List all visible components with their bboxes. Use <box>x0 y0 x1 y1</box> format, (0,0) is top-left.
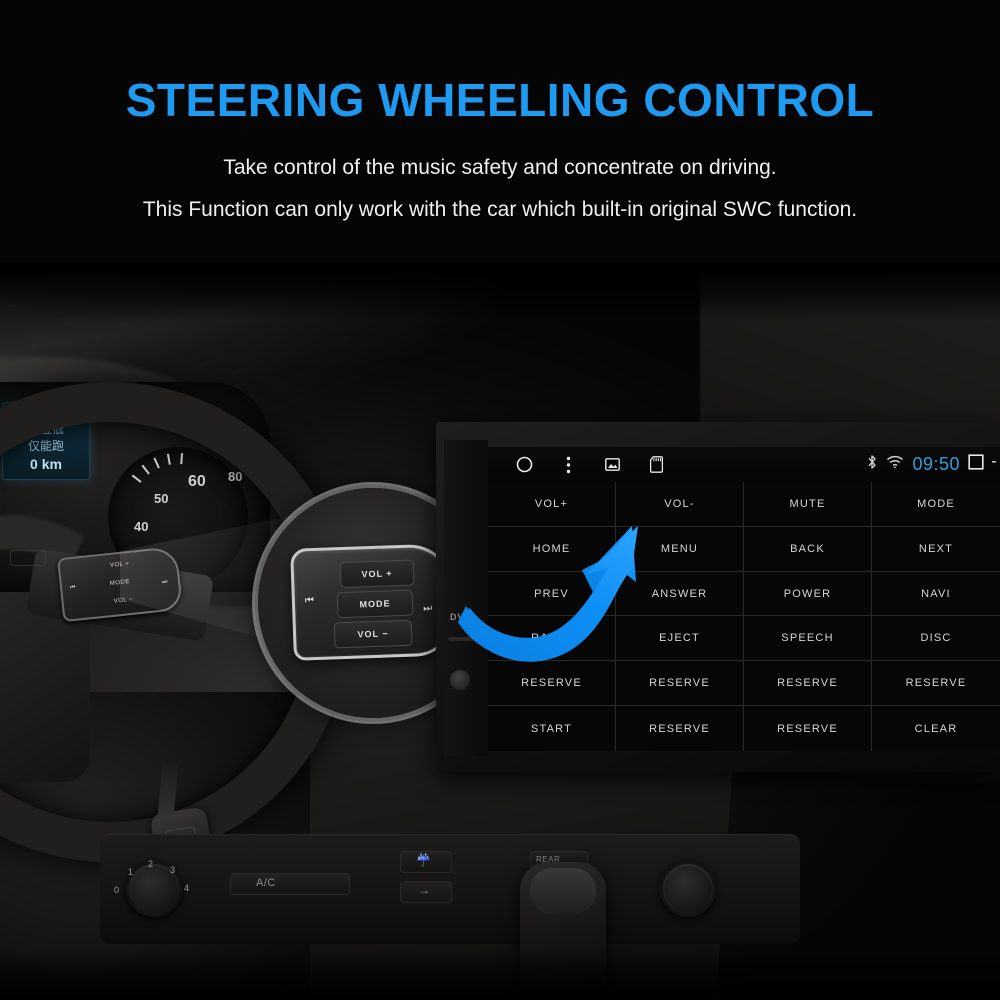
airbag-emblem <box>10 550 46 566</box>
fan-mark-4: 4 <box>184 883 190 893</box>
dvd-label: DVD <box>450 612 473 622</box>
swc-key-grid: VOL+ VOL- MUTE MODE HOME MENU BACK NEXT … <box>488 482 1000 751</box>
fan-mark-2: 2 <box>148 859 154 869</box>
promo-page: STEERING WHEELING CONTROL Take control o… <box>0 0 1000 1000</box>
swc-zoom-mode[interactable]: MODE <box>336 589 414 619</box>
swc-zoom-vol-down[interactable]: VOL − <box>333 619 413 649</box>
sd-card-icon[interactable] <box>634 447 678 482</box>
key-cell-answer[interactable]: ANSWER <box>616 571 744 617</box>
fan-mark-1: 1 <box>128 867 134 877</box>
head-unit-side-panel <box>444 440 488 756</box>
head-unit: DVD 09:50 VOL+ VOL- MUTE MODE HOME MENU … <box>436 422 1000 772</box>
ac-label: A/C <box>256 877 276 889</box>
key-cell-reserve-3[interactable]: RESERVE <box>744 661 872 707</box>
next-track-icon[interactable]: ⏭ <box>423 603 432 614</box>
ac-button[interactable] <box>230 873 350 895</box>
fan-mark-0: 0 <box>114 885 120 895</box>
photo-top-fade <box>0 262 1000 322</box>
temperature-knob[interactable] <box>660 861 716 917</box>
clock-time: 09:50 <box>912 454 960 474</box>
swc-zoom-pad: VOL + MODE VOL − ⏮ ⏭ <box>290 543 456 661</box>
key-cell-radio[interactable]: RADIO <box>488 616 616 662</box>
key-cell-back[interactable]: BACK <box>744 526 872 572</box>
page-title: STEERING WHEELING CONTROL <box>125 74 875 126</box>
key-cell-clear[interactable]: CLEAR <box>872 706 1000 751</box>
key-cell-eject[interactable]: EJECT <box>616 616 744 662</box>
previous-track-icon[interactable]: ⏮ <box>70 585 77 593</box>
picture-icon[interactable] <box>590 447 634 482</box>
key-cell-speech[interactable]: SPEECH <box>744 616 872 662</box>
swc-zoom-vol-up[interactable]: VOL + <box>339 559 415 589</box>
subtitle-line-1: Take control of the music safety and con… <box>223 156 777 180</box>
key-cell-reserve-1[interactable]: RESERVE <box>488 661 616 707</box>
edge-partial-icon <box>992 454 998 475</box>
status-bar: 09:50 <box>488 447 1000 482</box>
key-cell-menu[interactable]: MENU <box>616 526 744 572</box>
front-defrost-icon: ☔ <box>416 853 432 867</box>
key-cell-power[interactable]: POWER <box>744 571 872 617</box>
key-cell-next[interactable]: NEXT <box>872 526 1000 572</box>
status-bar-left-icons <box>488 447 678 482</box>
key-cell-reserve-5[interactable]: RESERVE <box>616 706 744 751</box>
key-cell-vol-up[interactable]: VOL+ <box>488 482 616 527</box>
key-cell-disc[interactable]: DISC <box>872 616 1000 662</box>
previous-track-icon[interactable]: ⏮ <box>305 595 314 606</box>
climate-control-panel: 0 1 2 3 4 A/C ☔ → REAR ↺ <box>100 834 800 944</box>
head-unit-knob[interactable] <box>450 670 470 690</box>
fan-mark-3: 3 <box>170 865 176 875</box>
overflow-menu-icon[interactable] <box>546 447 590 482</box>
key-cell-home[interactable]: HOME <box>488 526 616 572</box>
disc-slot <box>448 637 474 641</box>
subtitle-line-2: This Function can only work with the car… <box>142 198 858 222</box>
key-cell-prev[interactable]: PREV <box>488 571 616 617</box>
square-recents-icon[interactable] <box>968 454 984 475</box>
header-banner: STEERING WHEELING CONTROL Take control o… <box>0 0 1000 270</box>
key-cell-vol-down[interactable]: VOL- <box>616 482 744 527</box>
key-cell-mute[interactable]: MUTE <box>744 482 872 527</box>
key-cell-reserve-2[interactable]: RESERVE <box>616 661 744 707</box>
wifi-icon <box>886 455 904 474</box>
key-cell-mode[interactable]: MODE <box>872 482 1000 527</box>
status-bar-right-icons: 09:50 <box>866 447 998 482</box>
bluetooth-icon <box>866 454 878 475</box>
shifter-knob <box>530 868 596 914</box>
airflow-icon: → <box>418 883 431 897</box>
key-cell-start[interactable]: START <box>488 706 616 751</box>
key-cell-navi[interactable]: NAVI <box>872 571 1000 617</box>
car-interior-photo: PRNDS 油位低 仅能跑 0 km 30 40 50 60 80 <box>0 262 1000 1000</box>
key-cell-reserve-4[interactable]: RESERVE <box>872 661 1000 707</box>
photo-bottom-fade <box>0 950 1000 1000</box>
key-cell-reserve-6[interactable]: RESERVE <box>744 706 872 751</box>
head-unit-screen: 09:50 VOL+ VOL- MUTE MODE HOME MENU BACK… <box>488 447 1000 751</box>
home-circle-icon[interactable] <box>502 447 546 482</box>
